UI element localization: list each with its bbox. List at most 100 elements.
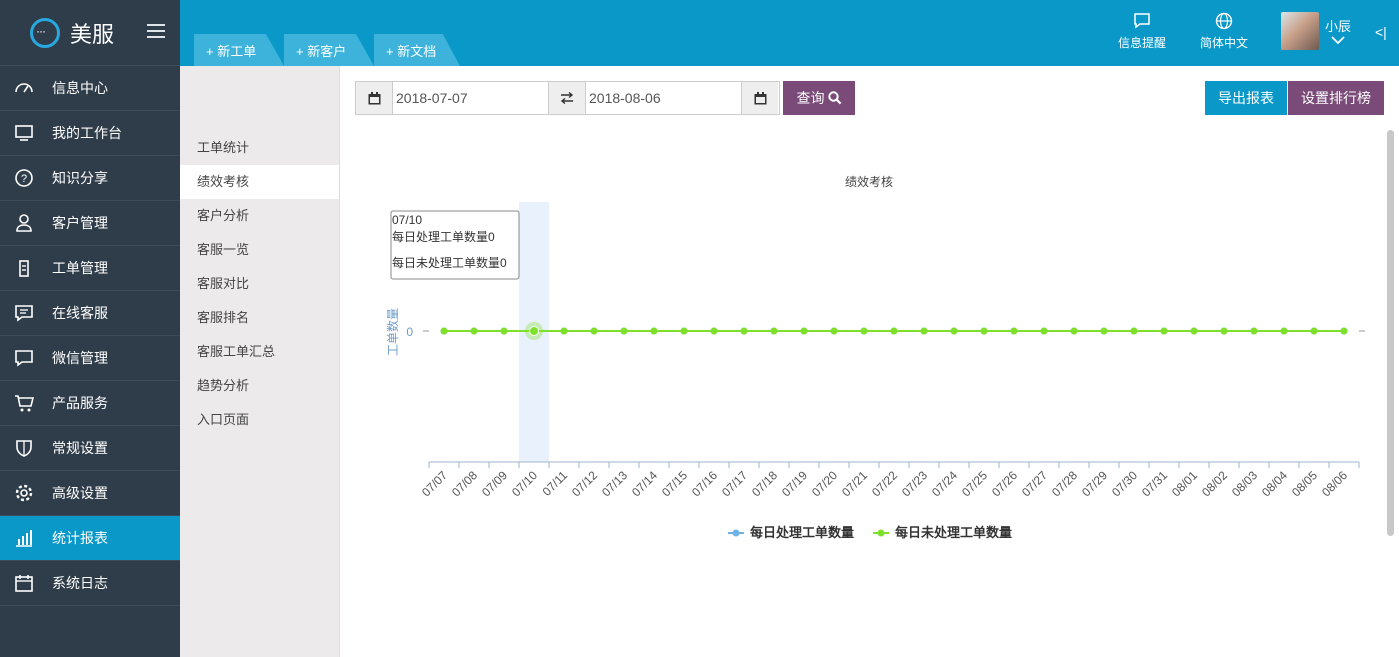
tooltip-date: 07/10	[392, 213, 422, 227]
tab-label: + 新工单	[206, 43, 257, 59]
x-tick-label: 07/11	[540, 468, 571, 499]
sidebar-item[interactable]: 统计报表	[0, 516, 180, 561]
submenu-item[interactable]: 客服一览	[180, 233, 339, 267]
series-2-point	[440, 327, 448, 335]
sidebar-item[interactable]: 高级设置	[0, 471, 180, 516]
submenu-item[interactable]: 客服工单汇总	[180, 335, 339, 369]
sidebar-item[interactable]: 我的工作台	[0, 111, 180, 156]
chevron-down-icon[interactable]	[1331, 36, 1345, 45]
submenu-item[interactable]: 工单统计	[180, 131, 339, 165]
sidebar-item-label: 微信管理	[52, 350, 108, 366]
sidebar-item-label: 信息中心	[52, 80, 108, 96]
x-tick-label: 07/16	[689, 468, 720, 499]
sidebar-item[interactable]: ? 知识分享	[0, 156, 180, 201]
x-tick-label: 07/20	[809, 468, 840, 499]
notifications-button[interactable]: 信息提醒	[1118, 12, 1166, 51]
series-2-point	[950, 327, 958, 335]
shield-icon	[14, 438, 34, 458]
bar-chart-icon	[14, 528, 34, 548]
performance-line-chart: 绩效考核 工单数量 007/0707/0807/0907/10 07/1107/12…	[385, 174, 1365, 540]
x-tick-label: 07/23	[899, 468, 930, 499]
collapse-panel-icon[interactable]: <|	[1375, 24, 1387, 40]
x-tick-label: 07/07	[419, 468, 450, 499]
series-2-point	[1220, 327, 1228, 335]
series-2-point	[470, 327, 478, 335]
avatar[interactable]	[1281, 12, 1319, 50]
x-tick-label: 07/25	[959, 468, 990, 499]
x-tick-label: 08/06	[1319, 468, 1350, 499]
series-2-point	[1160, 327, 1168, 335]
notifications-label: 信息提醒	[1118, 36, 1167, 50]
highlight-point	[529, 326, 539, 336]
sidebar-item-label: 知识分享	[52, 170, 108, 186]
series-2-point	[1280, 327, 1288, 335]
sidebar-item-label: 客户管理	[52, 215, 108, 231]
question-icon: ?	[14, 168, 34, 188]
x-tick-label: 08/02	[1199, 468, 1230, 499]
chat-bubble-icon	[1134, 13, 1150, 29]
sidebar-item-label: 统计报表	[52, 530, 108, 546]
sidebar-item[interactable]: 产品服务	[0, 381, 180, 426]
monitor-icon	[14, 123, 34, 143]
y-axis-label: 工单数量	[385, 308, 400, 356]
x-tick-label: 07/22	[869, 468, 900, 499]
sidebar-item-label: 工单管理	[52, 260, 108, 276]
submenu-item[interactable]: 绩效考核	[180, 165, 339, 199]
cart-icon	[14, 393, 34, 413]
language-button[interactable]: 简体中文	[1200, 12, 1248, 51]
series-2-point	[890, 327, 898, 335]
tab-label: + 新文档	[386, 43, 437, 59]
sidebar-nav: 信息中心 我的工作台? 知识分享 客户管理 工单管理 在线客服 微信管理 产品服务 常规设置 高级…	[0, 66, 180, 606]
series-2-point	[1010, 327, 1018, 335]
main-content: 查询 导出报表 设置排行榜 绩效考核 工单数量007/0707/0807/090…	[339, 66, 1399, 657]
x-tick-label: 07/19	[779, 468, 810, 499]
submenu-item[interactable]: 客服排名	[180, 301, 339, 335]
series-2-point	[1070, 327, 1078, 335]
sidebar-item-label: 常规设置	[52, 440, 108, 456]
sidebar-item[interactable]: 工单管理	[0, 246, 180, 291]
sidebar-item-label: 我的工作台	[52, 125, 122, 141]
user-name[interactable]: 小辰	[1325, 16, 1351, 35]
y-tick-label: 0	[406, 325, 413, 339]
x-tick-label: 07/26	[989, 468, 1020, 499]
submenu-item[interactable]: 趋势分析	[180, 369, 339, 403]
hamburger-menu-icon[interactable]	[147, 24, 165, 38]
logo: 美服	[0, 0, 180, 66]
x-tick-label: 08/04	[1259, 468, 1290, 499]
tab-new-ticket[interactable]: + 新工单	[194, 34, 284, 66]
clipboard-icon	[14, 258, 34, 278]
sidebar-item-label: 系统日志	[52, 575, 108, 591]
chat-lines-icon	[14, 303, 34, 323]
sidebar-item[interactable]: 系统日志	[0, 561, 180, 606]
series-2-point	[830, 327, 838, 335]
sidebar-item[interactable]: 信息中心	[0, 66, 180, 111]
tab-new-document[interactable]: + 新文档	[374, 34, 460, 66]
vertical-scrollbar[interactable]	[1387, 130, 1394, 536]
chart-title: 绩效考核	[845, 174, 893, 189]
x-tick-label: 07/24	[929, 468, 960, 499]
sidebar-item-label: 在线客服	[52, 305, 108, 321]
submenu-item[interactable]: 客服对比	[180, 267, 339, 301]
x-tick-label: 08/01	[1169, 468, 1200, 499]
tooltip-line-1: 每日处理工单数量0	[392, 229, 495, 244]
tab-new-customer[interactable]: + 新客户	[284, 34, 374, 66]
gear-icon	[14, 483, 34, 503]
sidebar-item[interactable]: 客户管理	[0, 201, 180, 246]
sidebar-item[interactable]: 微信管理	[0, 336, 180, 381]
chart-tooltip: 07/10 每日处理工单数量0 每日未处理工单数量0	[390, 210, 520, 280]
sidebar-item[interactable]: 常规设置	[0, 426, 180, 471]
legend-swatch-point	[732, 529, 740, 537]
series-2-point	[500, 327, 508, 335]
series-2-point	[710, 327, 718, 335]
submenu-item[interactable]: 客户分析	[180, 199, 339, 233]
submenu-item[interactable]: 入口页面	[180, 403, 339, 437]
sidebar-item[interactable]: 在线客服	[0, 291, 180, 336]
x-tick-label: 07/09	[479, 468, 510, 499]
x-tick-label: 07/15	[659, 468, 690, 499]
series-2-point	[680, 327, 688, 335]
legend-swatch-point	[877, 529, 885, 537]
x-tick-label: 07/08	[449, 468, 480, 499]
series-2-point	[1190, 327, 1198, 335]
x-tick-label: 07/17	[719, 468, 750, 499]
svg-text:?: ?	[21, 173, 27, 185]
